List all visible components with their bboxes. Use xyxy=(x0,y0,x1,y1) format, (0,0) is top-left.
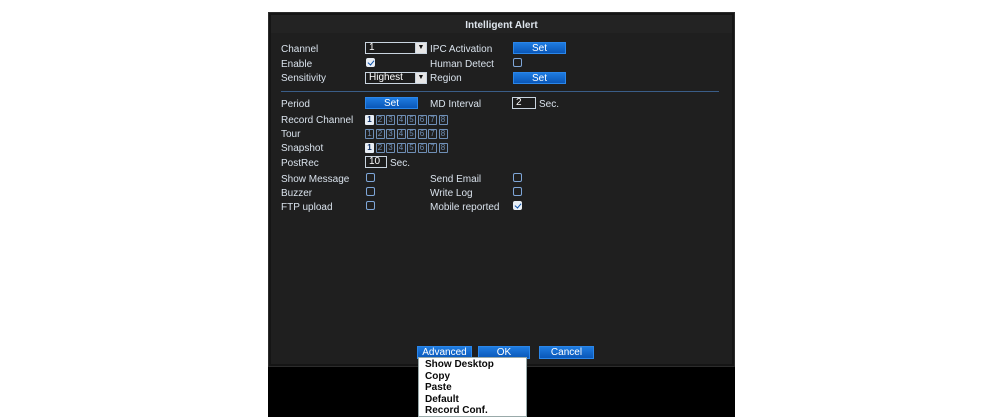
buzzer-checkbox[interactable] xyxy=(366,187,375,196)
tour-channel-7[interactable]: 7 xyxy=(428,129,437,139)
record-channel-channel-8[interactable]: 8 xyxy=(438,115,448,125)
tour-channel-2[interactable]: 2 xyxy=(375,129,385,139)
record-channel-channel-3[interactable]: 3 xyxy=(386,115,395,125)
cancel-button[interactable]: Cancel xyxy=(539,346,594,359)
tour-channel-6[interactable]: 6 xyxy=(417,129,427,139)
snapshot-channel-2[interactable]: 2 xyxy=(375,143,385,153)
snapshot-channel-6[interactable]: 6 xyxy=(417,143,427,153)
postrec-unit: Sec. xyxy=(390,158,411,169)
region-set-button[interactable]: Set xyxy=(513,72,566,84)
tour-channel-4[interactable]: 4 xyxy=(396,129,406,139)
record-channel-channel-1[interactable]: 1 xyxy=(365,115,374,125)
snapshot-channel-3[interactable]: 3 xyxy=(386,143,395,153)
chevron-down-icon: ▼ xyxy=(415,73,426,83)
menu-item-default[interactable]: Default xyxy=(425,395,459,405)
md-interval-input[interactable]: 2 xyxy=(512,97,536,109)
sensitivity-label: Sensitivity xyxy=(281,73,327,84)
postrec-input[interactable]: 10 xyxy=(365,156,387,168)
record-channel-channel-2[interactable]: 2 xyxy=(375,115,385,125)
channel-label: Channel xyxy=(281,44,319,55)
period-set-button[interactable]: Set xyxy=(365,97,418,109)
snapshot-channel-5[interactable]: 5 xyxy=(407,143,416,153)
show-message-label: Show Message xyxy=(281,174,350,185)
human-detect-label: Human Detect xyxy=(430,59,494,70)
context-menu: Show Desktop Copy Paste Default Record C… xyxy=(418,357,527,417)
menu-item-show-desktop[interactable]: Show Desktop xyxy=(425,360,494,370)
md-interval-label: MD Interval xyxy=(430,99,482,110)
section-divider xyxy=(281,91,719,92)
snapshot-channel-7[interactable]: 7 xyxy=(428,143,437,153)
tour-label: Tour xyxy=(281,129,301,140)
send-email-label: Send Email xyxy=(430,174,482,185)
human-detect-checkbox[interactable] xyxy=(513,58,522,67)
sensitivity-select[interactable]: Highest ▼ xyxy=(365,72,427,84)
record-channel-channel-6[interactable]: 6 xyxy=(417,115,427,125)
tour-channel-5[interactable]: 5 xyxy=(407,129,416,139)
ipc-activation-label: IPC Activation xyxy=(430,44,493,55)
snapshot-channel-8[interactable]: 8 xyxy=(438,143,448,153)
record-channel-label: Record Channel xyxy=(281,115,354,126)
channel-select-value: 1 xyxy=(369,42,375,53)
show-message-checkbox[interactable] xyxy=(366,173,375,182)
record-channel-channel-7[interactable]: 7 xyxy=(428,115,437,125)
channel-select[interactable]: 1 ▼ xyxy=(365,42,427,54)
dialog-title: Intelligent Alert xyxy=(465,20,538,31)
ftp-upload-label: FTP upload xyxy=(281,202,333,213)
enable-label: Enable xyxy=(281,59,313,70)
ipc-activation-set-button[interactable]: Set xyxy=(513,42,566,54)
region-label: Region xyxy=(430,73,462,84)
write-log-checkbox[interactable] xyxy=(513,187,522,196)
snapshot-channel-4[interactable]: 4 xyxy=(396,143,406,153)
md-interval-unit: Sec. xyxy=(539,99,560,110)
buzzer-label: Buzzer xyxy=(281,188,313,199)
mobile-reported-label: Mobile reported xyxy=(430,202,500,213)
sensitivity-select-value: Highest xyxy=(369,72,403,83)
tour-channel-3[interactable]: 3 xyxy=(386,129,395,139)
ftp-upload-checkbox[interactable] xyxy=(366,201,375,210)
menu-item-copy[interactable]: Copy xyxy=(425,372,450,382)
chevron-down-icon: ▼ xyxy=(415,43,426,53)
record-channel-channel-4[interactable]: 4 xyxy=(396,115,406,125)
send-email-checkbox[interactable] xyxy=(513,173,522,182)
snapshot-channel-1[interactable]: 1 xyxy=(365,143,374,153)
intelligent-alert-dialog: Intelligent Alert Channel 1 ▼ Enable Sen… xyxy=(268,12,735,367)
postrec-label: PostRec xyxy=(281,158,319,169)
mobile-reported-checkbox[interactable] xyxy=(513,201,522,210)
record-channel-channel-5[interactable]: 5 xyxy=(407,115,416,125)
write-log-label: Write Log xyxy=(430,188,473,199)
dialog-title-bar: Intelligent Alert xyxy=(271,15,732,33)
tour-channel-1[interactable]: 1 xyxy=(365,129,374,139)
menu-item-paste[interactable]: Paste xyxy=(425,383,452,393)
tour-channel-8[interactable]: 8 xyxy=(438,129,448,139)
enable-checkbox[interactable] xyxy=(366,58,375,67)
menu-item-record-conf[interactable]: Record Conf. xyxy=(425,406,488,416)
snapshot-label: Snapshot xyxy=(281,143,324,154)
period-label: Period xyxy=(281,99,310,110)
